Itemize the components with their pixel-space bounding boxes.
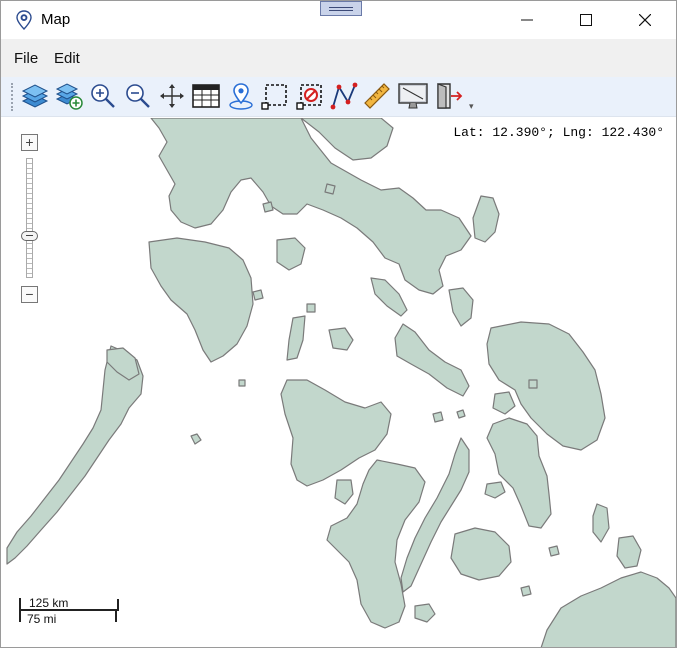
island-mindoro xyxy=(148,237,254,363)
toolbar: ▾ xyxy=(1,77,676,117)
ruler-icon xyxy=(364,83,390,109)
island-surigao xyxy=(616,535,642,569)
layers-icon xyxy=(21,84,49,108)
scale-km-label: 125 km xyxy=(29,596,69,610)
island-guimaras xyxy=(334,479,354,505)
map-land-layer xyxy=(6,118,676,647)
island-tablas xyxy=(286,315,306,361)
zoom-out-tool[interactable] xyxy=(122,80,154,112)
close-icon xyxy=(639,14,651,26)
clear-selection-button[interactable] xyxy=(294,80,326,112)
attribute-table-icon xyxy=(192,84,220,108)
add-layer-button[interactable] xyxy=(53,80,85,112)
minimize-button[interactable] xyxy=(498,1,556,39)
clear-selection-icon xyxy=(296,84,322,110)
zoom-out-icon xyxy=(126,84,150,108)
scale-tick-mi xyxy=(115,610,117,622)
draw-path-icon xyxy=(330,82,358,110)
maximize-button[interactable] xyxy=(557,1,615,39)
island-mindanao xyxy=(540,571,676,647)
island-marinduque xyxy=(276,237,306,271)
zoom-in-tool[interactable] xyxy=(87,80,119,112)
island-bohol xyxy=(450,527,512,581)
island-ticao xyxy=(448,287,474,327)
zoom-slider-track[interactable] xyxy=(26,158,33,278)
layers-button[interactable] xyxy=(19,80,51,112)
scale-mi-label: 75 mi xyxy=(27,612,57,626)
island-siquijor xyxy=(414,603,436,623)
toolbar-overflow-chevron[interactable]: ▾ xyxy=(469,101,474,112)
island-masbate xyxy=(394,323,470,397)
zoom-out-button[interactable]: − xyxy=(21,286,38,303)
zoom-slider-thumb[interactable] xyxy=(21,231,38,241)
island-dinagat xyxy=(592,503,610,543)
islet-9 xyxy=(520,585,532,597)
island-sibuyan xyxy=(328,327,354,351)
islet-3 xyxy=(252,289,264,301)
zoom-in-icon xyxy=(91,84,115,108)
full-extent-button[interactable] xyxy=(397,80,429,112)
island-burias xyxy=(370,277,408,317)
map-canvas[interactable]: Lat: 12.390°; Lng: 122.430° + − 125 km 7… xyxy=(1,118,676,647)
island-catanduanes xyxy=(472,195,500,243)
minimize-icon xyxy=(521,19,533,21)
title-bar[interactable]: Map xyxy=(1,1,676,39)
close-button[interactable] xyxy=(616,1,674,39)
app-map-pin-icon xyxy=(16,10,32,30)
islet-1 xyxy=(262,201,274,213)
island-cuyo xyxy=(190,433,202,445)
scale-bar: 125 km 75 mi xyxy=(19,596,123,626)
islet-5 xyxy=(432,411,444,423)
add-layer-icon xyxy=(55,83,83,110)
island-palawan-north xyxy=(6,345,144,565)
place-marker-button[interactable] xyxy=(225,80,257,112)
measure-button[interactable] xyxy=(361,80,393,112)
map-pin-icon xyxy=(229,83,253,110)
zoom-in-button[interactable]: + xyxy=(21,134,38,151)
toolbar-grip[interactable] xyxy=(11,83,14,111)
window-title: Map xyxy=(41,11,71,28)
select-region-icon xyxy=(261,84,287,110)
islet-10 xyxy=(548,545,560,557)
screen-icon xyxy=(398,83,428,109)
draw-path-button[interactable] xyxy=(328,80,360,112)
maximize-icon xyxy=(580,14,592,26)
select-region-button[interactable] xyxy=(259,80,291,112)
pan-icon xyxy=(160,84,184,108)
islet-6 xyxy=(456,409,466,419)
islet-8 xyxy=(238,379,246,387)
island-biliran xyxy=(492,391,516,415)
exit-button[interactable] xyxy=(433,80,465,112)
menu-edit[interactable]: Edit xyxy=(54,50,80,67)
islet-2 xyxy=(324,183,336,195)
pan-tool[interactable] xyxy=(156,80,188,112)
island-leyte xyxy=(486,417,552,529)
islet-7 xyxy=(528,379,538,389)
scale-tick-km xyxy=(117,599,119,611)
islet-4 xyxy=(306,303,316,313)
attribute-table-button[interactable] xyxy=(190,80,222,112)
menu-file[interactable]: File xyxy=(14,50,38,67)
island-camotes xyxy=(484,481,506,499)
exit-icon xyxy=(437,83,463,109)
scale-line xyxy=(19,609,119,611)
cursor-coordinates: Lat: 12.390°; Lng: 122.430° xyxy=(453,125,664,140)
menu-bar: File Edit xyxy=(1,39,676,77)
map-window: Map File Edit ▾ Lat: 12.390°; Lng: 122.4… xyxy=(0,0,677,648)
window-drag-handle[interactable] xyxy=(320,1,362,16)
